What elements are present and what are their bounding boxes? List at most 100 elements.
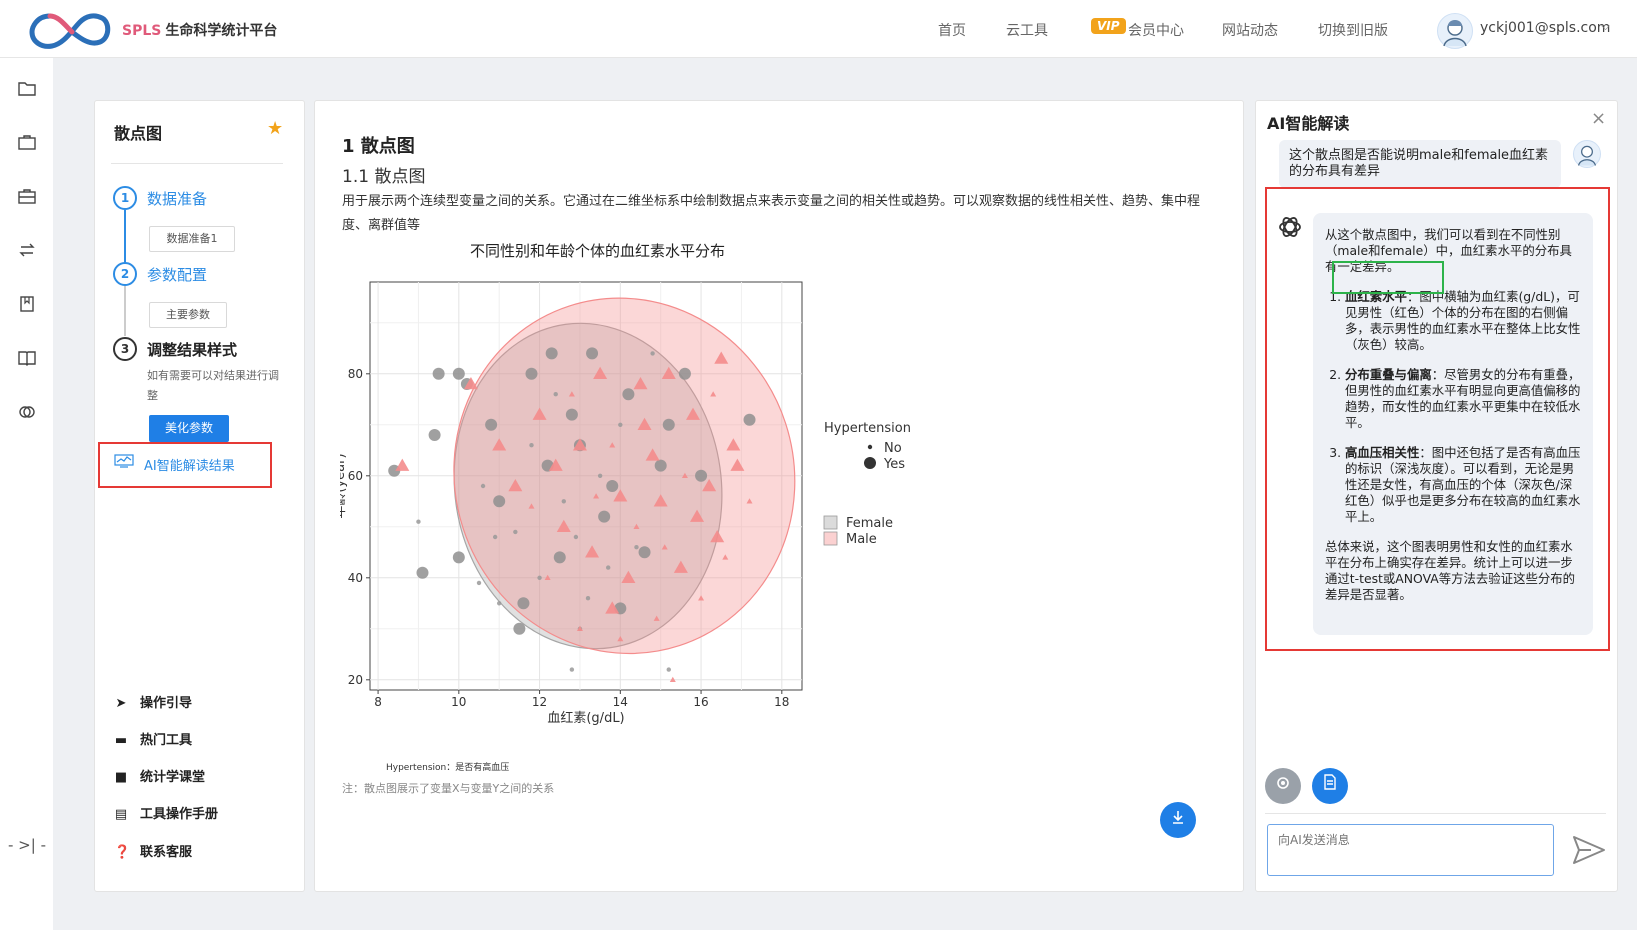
send-arrow-icon: ➤ xyxy=(115,696,127,711)
data-point-female xyxy=(513,529,518,535)
legend-title: Hypertension xyxy=(824,421,911,436)
help-guide-label: 操作引导 xyxy=(140,696,193,711)
folder-icon[interactable] xyxy=(16,80,38,102)
y-axis-label: 年龄(year) xyxy=(340,453,348,518)
phrase-highlight xyxy=(1332,261,1444,294)
download-button[interactable] xyxy=(1160,802,1196,838)
step-2-badge: 2 xyxy=(113,262,137,286)
x-tick-label: 12 xyxy=(532,695,547,709)
answer-outro: 总体来说，这个图表明男性和女性的血红素水平在分布上确实存在差异。统计上可以进一步… xyxy=(1325,539,1576,602)
data-point-female xyxy=(650,351,655,356)
briefcase-icon[interactable] xyxy=(16,134,38,156)
answer-point: 血红素水平：图中横轴为血红素(g/dL)，可见男性（红色）个体的分布在图的右侧偏… xyxy=(1345,289,1581,353)
data-point-female xyxy=(537,575,542,580)
help-manual[interactable]: ▤ 工具操作手册 xyxy=(114,803,218,822)
ai-assistant-icon xyxy=(1279,217,1301,237)
nav-home[interactable]: 首页 xyxy=(938,20,966,40)
divider xyxy=(111,163,283,164)
data-point-female xyxy=(428,429,441,441)
ai-message-input[interactable] xyxy=(1267,824,1554,876)
document-icon: ▤ xyxy=(114,807,128,822)
data-point-female xyxy=(476,580,482,586)
scatter-chart[interactable]: 8 10 12 14 16 18 20 40 60 80 血红素(g/dL) 年龄(year) Hype… xyxy=(340,270,960,760)
answer-point: 高血压相关性：图中还包括了是否有高血压的标识（深浅灰度）。可以看到，无论是男性还… xyxy=(1345,445,1581,525)
step-1-label[interactable]: 数据准备 xyxy=(147,188,207,209)
step-connector xyxy=(124,286,126,336)
help-stats-class[interactable]: ■ 统计学课堂 xyxy=(114,766,205,785)
help-stats-class-label: 统计学课堂 xyxy=(140,770,206,785)
brand-prefix: SPLS xyxy=(122,23,162,39)
bookmark-icon[interactable] xyxy=(16,296,38,318)
data-point-female xyxy=(634,545,639,550)
data-point-female xyxy=(452,367,465,380)
user-email[interactable]: yckj001@spls.com xyxy=(1480,20,1610,36)
chart-footnote: 注：散点图展示了变量X与变量Y之间的关系 xyxy=(342,782,555,795)
brand-name[interactable]: SPLS 生命科学统计平台 xyxy=(122,20,277,40)
legend-key-no xyxy=(867,444,873,450)
chevron-down-icon[interactable]: ⌵ xyxy=(1601,19,1610,34)
briefcase-icon: ▬ xyxy=(114,733,128,748)
step-1-badge: 1 xyxy=(113,186,137,210)
help-hot-tools-label: 热门工具 xyxy=(140,733,193,748)
legend-key-yes xyxy=(864,457,876,469)
monitor-chart-icon xyxy=(114,454,134,472)
legend-key-female xyxy=(823,515,838,530)
data-point-female xyxy=(662,418,675,431)
settings-button[interactable] xyxy=(1265,768,1301,804)
help-contact[interactable]: ❓ 联系客服 xyxy=(114,841,192,860)
x-tick-label: 10 xyxy=(451,695,466,709)
data-point-female xyxy=(618,422,623,427)
close-icon[interactable]: × xyxy=(1591,108,1606,129)
x-tick-label: 16 xyxy=(693,695,708,709)
document-icon xyxy=(1324,774,1336,790)
ai-result-link[interactable]: AI智能解读结果 xyxy=(144,455,235,474)
data-point-female xyxy=(569,667,575,672)
y-tick-label: 80 xyxy=(348,367,363,381)
link-icon[interactable] xyxy=(16,404,38,426)
data-point-female xyxy=(525,367,538,380)
data-point-female xyxy=(565,408,578,421)
tool-title: 散点图 xyxy=(114,124,163,143)
help-hot-tools[interactable]: ▬ 热门工具 xyxy=(114,729,192,748)
data-point-female xyxy=(496,601,502,606)
star-icon[interactable]: ★ xyxy=(267,118,283,139)
x-tick-label: 14 xyxy=(613,695,628,709)
help-guide[interactable]: ➤ 操作引导 xyxy=(114,692,192,711)
send-icon[interactable] xyxy=(1571,834,1607,866)
vip-badge: VIP xyxy=(1091,18,1126,34)
logo-icon[interactable] xyxy=(28,8,113,52)
main-params-button[interactable]: 主要参数 xyxy=(149,302,227,328)
step-2-label[interactable]: 参数配置 xyxy=(147,264,207,285)
data-point-female xyxy=(561,499,566,504)
data-point-female xyxy=(513,622,526,635)
divider xyxy=(1265,813,1606,814)
data-point-female xyxy=(553,392,558,397)
step-3-label[interactable]: 调整结果样式 xyxy=(147,339,237,360)
nav-site-news[interactable]: 网站动态 xyxy=(1222,20,1278,40)
collapse-sidebar-toggle[interactable]: - >| - xyxy=(8,836,46,854)
y-tick-label: 40 xyxy=(348,571,363,585)
toolbox-icon[interactable] xyxy=(16,188,38,210)
document-button[interactable] xyxy=(1312,768,1348,804)
book-icon[interactable] xyxy=(16,350,38,372)
step-3-description: 如有需要可以对结果进行调整 xyxy=(147,369,279,402)
legend-label-female: Female xyxy=(846,516,893,531)
step-3-badge: 3 xyxy=(113,337,137,361)
legend-label-yes: Yes xyxy=(883,457,905,472)
exchange-icon[interactable] xyxy=(16,242,38,264)
help-manual-label: 工具操作手册 xyxy=(140,807,219,822)
chart-title: 不同性别和年龄个体的血红素水平分布 xyxy=(470,242,726,260)
nav-switch-old-version[interactable]: 切换到旧版 xyxy=(1318,20,1388,40)
gear-icon xyxy=(1277,777,1289,789)
user-question-bubble: 这个散点图是否能说明male和female血红素的分布具有差异 xyxy=(1279,140,1561,188)
nav-cloud-tools[interactable]: 云工具 xyxy=(1006,20,1048,40)
beautify-params-button[interactable]: 美化参数 xyxy=(149,415,229,442)
data-point-female xyxy=(598,510,611,523)
help-contact-label: 联系客服 xyxy=(140,845,193,860)
user-avatar[interactable] xyxy=(1437,13,1473,49)
subsection-heading: 1.1 散点图 xyxy=(342,167,426,187)
data-prep-1-button[interactable]: 数据准备1 xyxy=(149,226,235,252)
nav-member-center[interactable]: 会员中心 xyxy=(1128,20,1184,40)
data-point-female xyxy=(416,519,421,524)
answer-points: 血红素水平：图中横轴为血红素(g/dL)，可见男性（红色）个体的分布在图的右侧偏… xyxy=(1325,289,1581,525)
